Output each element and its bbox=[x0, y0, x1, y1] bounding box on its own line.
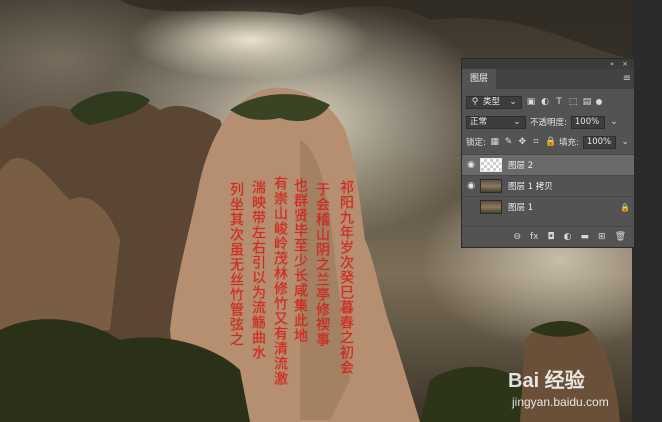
filter-type-select[interactable]: ⚲ 类型 ⌄ bbox=[466, 95, 522, 109]
blend-mode-select[interactable]: 正常 ⌄ bbox=[466, 115, 526, 129]
poem-column-2: 于会稽山阴之兰亭修禊事 bbox=[314, 182, 330, 347]
layer-thumbnail bbox=[480, 158, 502, 172]
shape-filter-icon[interactable]: ⬚ bbox=[568, 97, 578, 107]
chevron-down-icon[interactable]: ⌄ bbox=[620, 137, 630, 147]
layer-name[interactable]: 图层 2 bbox=[508, 159, 634, 171]
layer-row-layer-1[interactable]: 图层 1 🔒 bbox=[462, 196, 634, 217]
filter-toggle-icon[interactable] bbox=[596, 99, 602, 105]
lock-row: 锁定: ▦ ✎ ✥ ⌗ 🔒 填充: 100% ⌄ bbox=[462, 132, 634, 152]
lock-all-icon[interactable]: 🔒 bbox=[545, 137, 556, 147]
new-layer-icon[interactable]: ⊞ bbox=[598, 232, 606, 242]
filter-row: ⚲ 类型 ⌄ ▣ ◐ T ⬚ ▤ bbox=[462, 92, 634, 112]
opacity-value: 100% bbox=[574, 116, 600, 127]
poem-column-3: 也群贤毕至少长咸集此地 bbox=[292, 178, 308, 343]
fill-input[interactable]: 100% bbox=[582, 135, 617, 149]
fill-value: 100% bbox=[586, 136, 612, 147]
watermark-main: Bai 经验 bbox=[508, 370, 585, 392]
mask-icon[interactable]: ◘ bbox=[548, 232, 555, 242]
lock-position-icon[interactable]: ✥ bbox=[517, 137, 527, 147]
visibility-eye-icon[interactable]: ◉ bbox=[462, 160, 480, 170]
layer-name[interactable]: 图层 1 bbox=[508, 201, 620, 213]
layer-thumbnail bbox=[480, 179, 502, 193]
lock-icon: 🔒 bbox=[620, 202, 630, 212]
panel-menu-icon[interactable]: ≡ bbox=[620, 69, 634, 89]
lock-paint-icon[interactable]: ✎ bbox=[504, 137, 514, 147]
layer-row-layer-2[interactable]: ◉ 图层 2 bbox=[462, 154, 634, 175]
chevron-down-icon[interactable]: ⌄ bbox=[609, 117, 619, 127]
layer-name[interactable]: 图层 1 拷贝 bbox=[508, 180, 634, 192]
link-icon[interactable]: ⊖ bbox=[513, 232, 521, 242]
lock-label: 锁定: bbox=[466, 138, 486, 148]
fx-icon[interactable]: fx bbox=[530, 232, 539, 242]
folder-icon[interactable]: ▬ bbox=[581, 232, 590, 242]
chevron-down-icon: ⌄ bbox=[509, 97, 517, 107]
fill-label: 填充: bbox=[558, 138, 579, 148]
image-filter-icon[interactable]: ▣ bbox=[526, 97, 536, 107]
workspace-edge bbox=[632, 0, 662, 422]
collapse-panel-icon[interactable]: « bbox=[610, 59, 614, 69]
adjustment-filter-icon[interactable]: ◐ bbox=[540, 97, 550, 107]
lock-artboard-icon[interactable]: ⌗ bbox=[531, 137, 541, 147]
poem-column-1: 祁阳九年岁次癸巳暮春之初会 bbox=[338, 180, 354, 375]
poem-column-4: 有崇山峻岭茂林修竹又有清流激 bbox=[272, 176, 288, 386]
smart-object-filter-icon[interactable]: ▤ bbox=[582, 97, 592, 107]
panel-title-bar[interactable]: « × bbox=[462, 59, 634, 69]
visibility-eye-icon[interactable]: ◉ bbox=[462, 181, 480, 191]
layer-thumbnail bbox=[480, 200, 502, 214]
opacity-label: 不透明度: bbox=[530, 118, 567, 128]
search-icon: ⚲ bbox=[471, 97, 479, 107]
layers-panel: « × 图层 ≡ ⚲ 类型 ⌄ ▣ ◐ T ⬚ ▤ 正常 ⌄ 不透明度: 100… bbox=[461, 58, 635, 248]
adjustment-icon[interactable]: ◐ bbox=[564, 232, 572, 242]
opacity-input[interactable]: 100% bbox=[570, 115, 605, 129]
blend-row: 正常 ⌄ 不透明度: 100% ⌄ bbox=[462, 112, 634, 132]
tab-layers[interactable]: 图层 bbox=[462, 69, 497, 89]
baidu-watermark: Bai 经验 jingyan.baidu.com bbox=[508, 364, 609, 409]
trash-icon[interactable]: 🗑 bbox=[615, 232, 626, 242]
blend-mode-value: 正常 bbox=[470, 116, 488, 127]
panel-tab-row: 图层 ≡ bbox=[462, 69, 634, 89]
layers-list: ◉ 图层 2 ◉ 图层 1 拷贝 图层 1 🔒 bbox=[462, 154, 634, 217]
poem-column-6: 列坐其次虽无丝竹管弦之 bbox=[228, 182, 244, 347]
chevron-down-icon: ⌄ bbox=[513, 117, 521, 127]
filter-type-label: 类型 bbox=[483, 96, 501, 107]
type-filter-icon[interactable]: T bbox=[554, 97, 564, 107]
watermark-url: jingyan.baidu.com bbox=[512, 395, 609, 409]
layers-footer: ⊖ fx ◘ ◐ ▬ ⊞ 🗑 bbox=[462, 226, 634, 247]
layer-row-layer-1-copy[interactable]: ◉ 图层 1 拷贝 bbox=[462, 175, 634, 196]
poem-column-5: 湍映带左右引以为流觞曲水 bbox=[250, 180, 266, 360]
close-panel-icon[interactable]: × bbox=[622, 59, 628, 69]
lock-transparency-icon[interactable]: ▦ bbox=[490, 137, 500, 147]
